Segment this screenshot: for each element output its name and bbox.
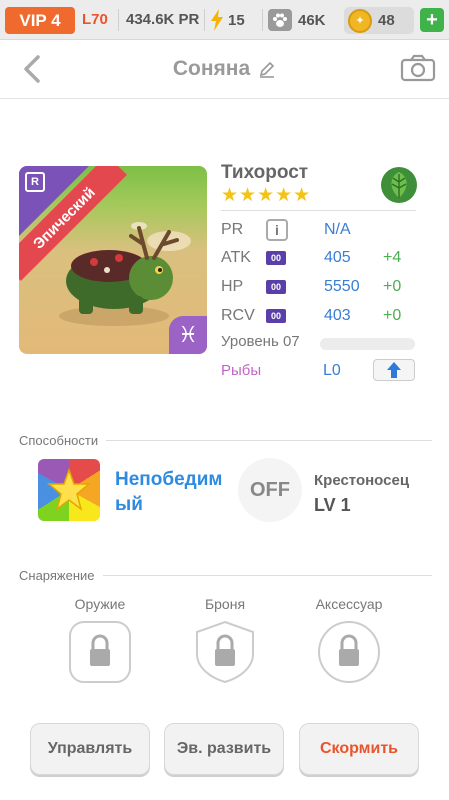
coin-value: 48 [378, 12, 395, 29]
divider [262, 9, 263, 31]
feed-button[interactable]: Скормить [299, 723, 419, 775]
ability-off-toggle[interactable]: OFF [238, 458, 302, 522]
equip-label-weapon: Оружие [74, 596, 126, 612]
page-title: Соняна [172, 57, 251, 80]
skill-icon[interactable] [38, 459, 100, 521]
stat-row-atk: ATK 00 405 +4 [221, 245, 421, 271]
pet-name: Тихорост [221, 162, 309, 183]
arrow-up-icon [387, 362, 401, 378]
pet-portrait[interactable]: R Эпический ♓ [19, 166, 207, 354]
ability-name: Крестоносец [314, 472, 410, 489]
divider [221, 210, 416, 211]
stat-badge: 00 [266, 309, 286, 323]
stat-value: N/A [324, 221, 351, 238]
abilities-section-title: Способности [19, 433, 432, 448]
pisces-icon: ♓ [169, 316, 207, 354]
equipment-section-title: Снаряжение [19, 568, 432, 583]
player-level: L70 [82, 11, 108, 28]
camera-icon [400, 54, 436, 82]
coin-counter[interactable]: ✦ 48 [344, 7, 414, 34]
equip-label-armor: Броня [204, 596, 246, 612]
level-progress-bar [320, 338, 415, 350]
section-title-text: Способности [19, 433, 99, 448]
stat-label: PR [221, 221, 244, 238]
energy-value: 15 [228, 11, 245, 29]
paw-value: 46K [298, 11, 326, 29]
star-rating: ★★★★★ [221, 185, 312, 206]
star-burst-icon [47, 468, 91, 511]
section-title-text: Снаряжение [19, 568, 95, 583]
upgrade-button[interactable] [373, 359, 415, 381]
energy-counter[interactable]: 15 [210, 9, 245, 31]
vip-badge[interactable]: VIP 4 [5, 7, 75, 34]
pet-level: Уровень 07 [221, 333, 300, 350]
stat-label: HP [221, 278, 244, 295]
divider [204, 9, 205, 31]
evolve-button[interactable]: Эв. развить [164, 723, 284, 775]
equip-label-accessory: Аксессуар [315, 596, 383, 612]
power-rating: 434.6K PR [126, 11, 200, 28]
info-icon[interactable]: i [266, 219, 288, 241]
stat-bonus: +0 [383, 278, 402, 295]
skill-name[interactable]: Непобедим ый [115, 467, 222, 517]
stat-row-pr: PR i N/A [221, 217, 421, 243]
skill-name-line: Непобедим [115, 469, 223, 490]
manage-button[interactable]: Управлять [30, 723, 150, 775]
divider [118, 9, 119, 31]
stat-value: 405 [324, 249, 351, 266]
stat-bonus: +4 [383, 249, 402, 266]
stat-label: ATK [221, 249, 251, 266]
off-label: OFF [250, 478, 290, 501]
camera-button[interactable] [400, 54, 436, 87]
fish-value: L0 [323, 362, 341, 379]
fish-label: Рыбы [221, 362, 262, 379]
page-title-wrap: Соняна [0, 57, 449, 81]
armor-slot[interactable] [193, 620, 257, 684]
page-header: Соняна [0, 41, 449, 99]
lightning-icon [211, 9, 223, 31]
skill-name-line: ый [115, 494, 143, 515]
coin-icon: ✦ [348, 8, 372, 33]
rarity-r-badge: R [25, 172, 45, 192]
paw-icon [268, 9, 292, 31]
divider [102, 575, 432, 576]
leaf-element-icon [380, 166, 418, 209]
paw-counter[interactable]: 46K [268, 9, 326, 31]
stat-badge: 00 [266, 251, 286, 265]
divider [106, 440, 432, 441]
stat-row-rcv: RCV 00 403 +0 [221, 303, 421, 329]
stat-value: 5550 [324, 278, 360, 295]
stat-row-hp: HP 00 5550 +0 [221, 274, 421, 300]
pencil-icon[interactable] [258, 60, 276, 78]
stat-badge: 00 [266, 280, 286, 294]
stat-label: RCV [221, 307, 255, 324]
stat-bonus: +0 [383, 307, 402, 324]
weapon-slot[interactable] [68, 620, 132, 684]
add-coins-button[interactable]: + [420, 8, 444, 32]
accessory-slot[interactable] [317, 620, 381, 684]
status-bar: VIP 4 L70 434.6K PR 15 46K ✦ 48 + [0, 0, 449, 40]
ability-level: LV 1 [314, 495, 351, 515]
stat-value: 403 [324, 307, 351, 324]
